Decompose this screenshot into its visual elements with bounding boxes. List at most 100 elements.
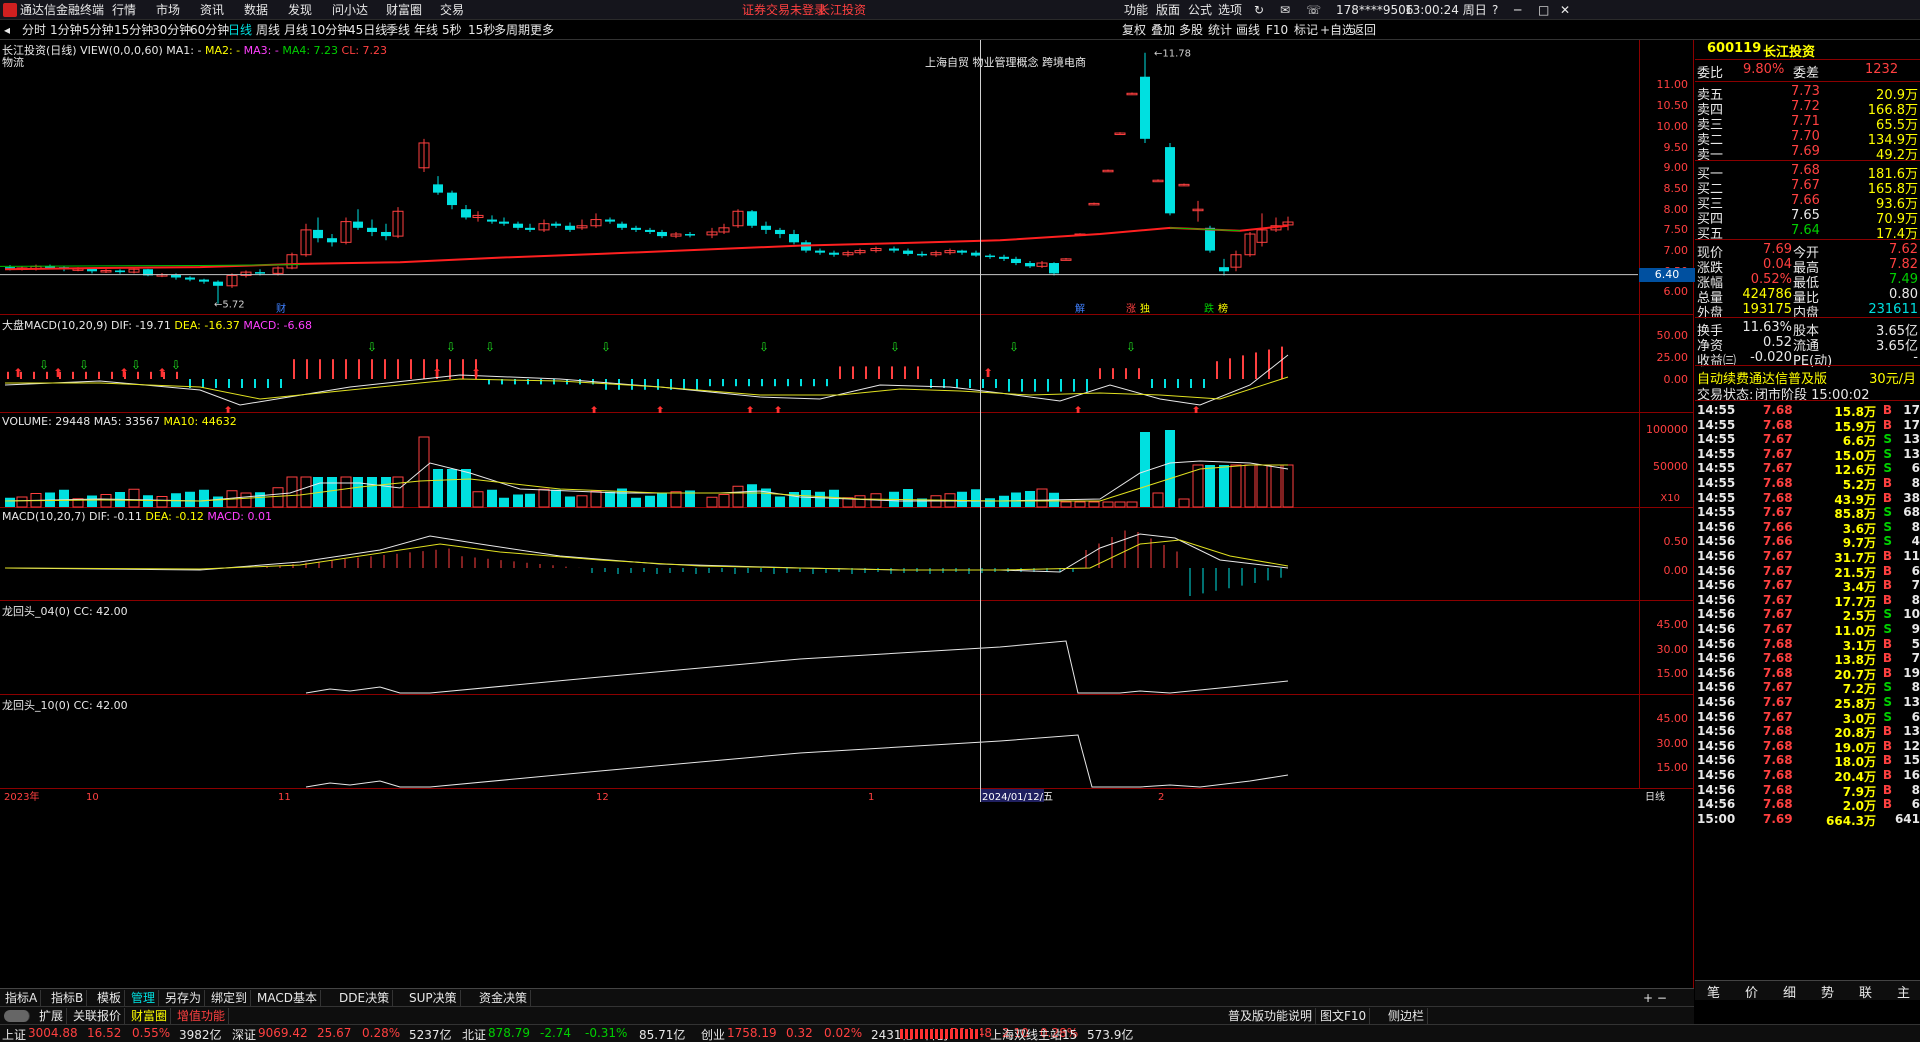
indicator-tab-7[interactable]: DDE决策	[336, 990, 394, 1006]
quote-tab-5[interactable]: 主	[1897, 982, 1910, 1001]
lht04-panel[interactable]: 龙回头_04(0) CC: 42.00 45.00 30.00 15.00	[0, 601, 1694, 695]
indicator-tab-3[interactable]: 管理	[128, 990, 160, 1006]
candle	[789, 229, 799, 245]
indicator-tab-5[interactable]: 绑定到	[208, 990, 252, 1006]
side-tab-0[interactable]: 普及版功能说明	[1225, 1008, 1317, 1024]
period-0[interactable]: 分时	[22, 20, 46, 40]
menu-banmian[interactable]: 版面	[1156, 0, 1180, 20]
tool-2[interactable]: 多股	[1179, 20, 1203, 40]
period-2[interactable]: 5分钟	[82, 20, 114, 40]
event-marker[interactable]: 独	[1140, 302, 1150, 315]
menu-wenxiaoda[interactable]: 问小达	[332, 0, 368, 20]
period-9[interactable]: 10分钟	[310, 20, 349, 40]
indicator-tab-9[interactable]: 资金决策	[476, 990, 532, 1006]
ext-tab-2[interactable]: 财富圈	[128, 1008, 172, 1024]
menu-gongneng[interactable]: 功能	[1124, 0, 1148, 20]
menu-faxian[interactable]: 发现	[288, 0, 312, 20]
tab-add-icon[interactable]: + −	[1640, 990, 1670, 1006]
menu-hangqing[interactable]: 行情	[112, 0, 136, 20]
menu-shuju[interactable]: 数据	[244, 0, 268, 20]
index-name[interactable]: 北证	[462, 1026, 486, 1042]
side-tab-2[interactable]: 侧边栏	[1385, 1008, 1429, 1024]
menu-zixun[interactable]: 资讯	[200, 0, 224, 20]
period-14[interactable]: 15秒	[468, 20, 495, 40]
kline-panel[interactable]: 长江投资(日线) VIEW(0,0,0,60) MA1: - MA2: - MA…	[0, 40, 1695, 315]
period-4[interactable]: 30分钟	[152, 20, 191, 40]
menu-shichang[interactable]: 市场	[156, 0, 180, 20]
refresh-icon[interactable]: ↻	[1254, 0, 1264, 20]
volume-panel[interactable]: VOLUME: 29448 MA5: 33567 MA10: 44632 100…	[0, 413, 1694, 508]
ext-tab-1[interactable]: 关联报价	[70, 1008, 126, 1024]
period-11[interactable]: 季线	[386, 20, 410, 40]
chart-area[interactable]: 长江投资(日线) VIEW(0,0,0,60) MA1: - MA2: - MA…	[0, 40, 1695, 988]
user-account[interactable]: 178****9506	[1336, 0, 1413, 20]
quote-tab-2[interactable]: 细	[1783, 982, 1796, 1001]
indicator-tab-2[interactable]: 模板	[94, 990, 126, 1006]
period-1[interactable]: 1分钟	[50, 20, 82, 40]
indicator-tab-0[interactable]: 指标A	[2, 990, 42, 1006]
phone-icon[interactable]: ☏	[1306, 0, 1321, 20]
period-16[interactable]: 更多	[530, 20, 554, 40]
lht10-canvas[interactable]	[0, 695, 1638, 789]
indicator-tab-1[interactable]: 指标B	[48, 990, 88, 1006]
tool-8[interactable]: 返回	[1352, 20, 1376, 40]
indicator-tab-6[interactable]: MACD基本	[254, 990, 321, 1006]
candle	[143, 268, 153, 277]
index-name[interactable]: 深证	[232, 1026, 256, 1042]
menu-caifuquan[interactable]: 财富圈	[386, 0, 422, 20]
period-7[interactable]: 周线	[256, 20, 280, 40]
index-name[interactable]: 上证	[2, 1026, 26, 1042]
dapan-macd-panel[interactable]: 大盘MACD(10,20,9) DIF: -19.71 DEA: -16.37 …	[0, 315, 1694, 413]
candle	[854, 248, 866, 255]
period-12[interactable]: 年线	[414, 20, 438, 40]
time-label: 1	[868, 792, 874, 802]
indicator-tab-8[interactable]: SUP决策	[406, 990, 461, 1006]
quote-tab-1[interactable]: 价	[1745, 982, 1758, 1001]
period-15[interactable]: 多周期	[494, 20, 530, 40]
quote-tab-0[interactable]: 笔	[1707, 982, 1720, 1001]
period-3[interactable]: 15分钟	[114, 20, 153, 40]
tool-1[interactable]: 叠加	[1151, 20, 1175, 40]
lht04-canvas[interactable]	[0, 601, 1638, 695]
volume-canvas[interactable]	[0, 413, 1638, 508]
macd-panel[interactable]: MACD(10,20,7) DIF: -0.11 DEA: -0.12 MACD…	[0, 508, 1694, 601]
tool-6[interactable]: 标记	[1294, 20, 1318, 40]
tool-0[interactable]: 复权	[1122, 20, 1146, 40]
event-marker[interactable]: 榜	[1218, 302, 1228, 315]
quote-tab-3[interactable]: 势	[1821, 982, 1834, 1001]
help-icon[interactable]: ?	[1492, 0, 1498, 20]
close-icon[interactable]: ✕	[1560, 0, 1570, 20]
ext-tab-3[interactable]: 增值功能	[174, 1008, 230, 1024]
minimize-icon[interactable]: ─	[1514, 0, 1521, 20]
quote-tab-4[interactable]: 联	[1859, 982, 1872, 1001]
event-marker[interactable]: 财	[276, 302, 286, 315]
tool-4[interactable]: 画线	[1236, 20, 1260, 40]
kline-canvas[interactable]: ←11.78 ←5.72 财 解 涨独 跌榜	[0, 40, 1638, 315]
period-6[interactable]: 日线	[228, 20, 252, 40]
trade-login-notice[interactable]: 证券交易未登录	[742, 0, 826, 20]
event-marker[interactable]: 解	[1075, 302, 1085, 315]
period-13[interactable]: 5秒	[442, 20, 462, 40]
menu-jiaoyi[interactable]: 交易	[440, 0, 464, 20]
side-tab-1[interactable]: 图文F10	[1317, 1008, 1371, 1024]
lht10-panel[interactable]: 龙回头_10(0) CC: 42.00 45.00 30.00 15.00	[0, 695, 1694, 789]
server-name[interactable]: 上海双线主站15	[990, 1026, 1077, 1042]
mail-icon[interactable]: ✉	[1280, 0, 1290, 20]
period-5[interactable]: 60分钟	[190, 20, 229, 40]
toggle-switch[interactable]	[4, 1010, 30, 1022]
indicator-tab-4[interactable]: 另存为	[162, 990, 206, 1006]
event-marker[interactable]: 跌	[1204, 302, 1214, 315]
tool-5[interactable]: F10	[1266, 20, 1288, 40]
period-8[interactable]: 月线	[284, 20, 308, 40]
menu-xuanxiang[interactable]: 选项	[1218, 0, 1242, 20]
tool-3[interactable]: 统计	[1208, 20, 1232, 40]
maximize-icon[interactable]: □	[1538, 0, 1549, 20]
index-name[interactable]: 创业	[701, 1026, 725, 1042]
index-value: 878.79	[488, 1026, 530, 1040]
menu-gongshi[interactable]: 公式	[1188, 0, 1212, 20]
ext-tab-0[interactable]: 扩展	[36, 1008, 68, 1024]
toolbar-back-icon[interactable]: ◂	[4, 20, 10, 40]
period-10[interactable]: 45日线	[348, 20, 387, 40]
tool-7[interactable]: +自选	[1320, 20, 1354, 40]
event-marker[interactable]: 涨	[1126, 303, 1136, 315]
